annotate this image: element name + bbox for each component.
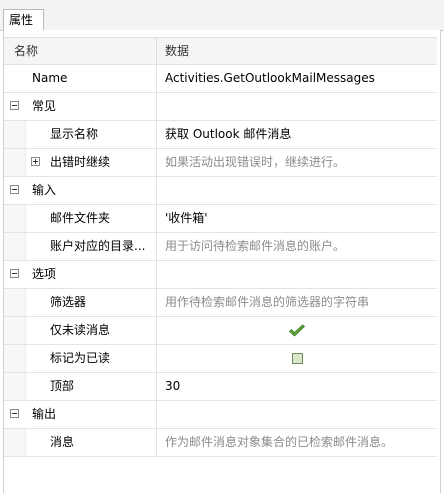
- property-label-account: 账户对应的目录...: [50, 239, 146, 253]
- property-row-continue-on-error[interactable]: 出错时继续 如果活动出现错误时，继续进行。: [4, 149, 437, 177]
- category-label-output: 输出: [32, 407, 57, 421]
- expand-icon[interactable]: [31, 157, 40, 166]
- property-value-mark-as-read: [156, 345, 437, 372]
- property-row-top[interactable]: 顶部 30: [4, 373, 437, 401]
- collapse-icon[interactable]: [10, 101, 19, 110]
- property-value-continue-on-error[interactable]: 如果活动出现错误时，继续进行。: [156, 149, 437, 176]
- property-label-mark-as-read: 标记为已读: [50, 351, 111, 365]
- property-label-only-unread: 仅未读消息: [50, 323, 111, 337]
- column-header-name[interactable]: 名称: [14, 38, 156, 64]
- property-value-messages[interactable]: 作为邮件消息对象集合的已检索邮件消息。: [156, 429, 437, 456]
- property-label-name: Name: [32, 71, 68, 85]
- property-value-account[interactable]: 用于访问待检索邮件消息的账户。: [156, 233, 437, 260]
- property-value-mail-folder[interactable]: '收件箱': [156, 205, 437, 232]
- property-label-display-name: 显示名称: [50, 127, 99, 141]
- category-label-common: 常见: [32, 99, 57, 113]
- tab-properties[interactable]: 属性: [3, 9, 44, 31]
- property-value-only-unread: [156, 317, 437, 344]
- collapse-icon[interactable]: [10, 409, 19, 418]
- property-row-only-unread[interactable]: 仅未读消息: [4, 317, 437, 345]
- property-row-display-name[interactable]: 显示名称 获取 Outlook 邮件消息: [4, 121, 437, 149]
- property-row-account[interactable]: 账户对应的目录... 用于访问待检索邮件消息的账户。: [4, 233, 437, 261]
- checkmark-icon[interactable]: [288, 324, 306, 338]
- category-options[interactable]: 选项: [4, 261, 437, 289]
- grid-header: 名称 数据: [4, 37, 437, 65]
- category-label-input: 输入: [32, 183, 57, 197]
- property-value-top[interactable]: 30: [156, 373, 437, 400]
- property-value-display-name[interactable]: 获取 Outlook 邮件消息: [156, 121, 437, 148]
- property-label-mail-folder: 邮件文件夹: [50, 211, 111, 225]
- property-value-name[interactable]: Activities.GetOutlookMailMessages: [156, 65, 437, 92]
- property-value-filter[interactable]: 用作待检索邮件消息的筛选器的字符串: [156, 289, 437, 316]
- column-header-data[interactable]: 数据: [156, 38, 437, 64]
- category-input[interactable]: 输入: [4, 177, 437, 205]
- property-grid: 名称 数据 Name Activities.GetOutlookMailMess…: [4, 37, 437, 457]
- property-row-messages[interactable]: 消息 作为邮件消息对象集合的已检索邮件消息。: [4, 429, 437, 457]
- checkbox-empty-icon[interactable]: [291, 353, 303, 364]
- property-row-mark-as-read[interactable]: 标记为已读: [4, 345, 437, 373]
- collapse-icon[interactable]: [10, 185, 19, 194]
- property-label-messages: 消息: [50, 435, 75, 449]
- property-row-name[interactable]: Name Activities.GetOutlookMailMessages: [4, 65, 437, 93]
- property-row-mail-folder[interactable]: 邮件文件夹 '收件箱': [4, 205, 437, 233]
- category-output[interactable]: 输出: [4, 401, 437, 429]
- property-label-filter: 筛选器: [50, 295, 87, 309]
- property-label-top: 顶部: [50, 379, 75, 393]
- category-common[interactable]: 常见: [4, 93, 437, 121]
- property-label-continue-on-error: 出错时继续: [50, 155, 111, 169]
- tab-strip: 属性: [0, 0, 444, 31]
- category-label-options: 选项: [32, 267, 57, 281]
- collapse-icon[interactable]: [10, 269, 19, 278]
- property-row-filter[interactable]: 筛选器 用作待检索邮件消息的筛选器的字符串: [4, 289, 437, 317]
